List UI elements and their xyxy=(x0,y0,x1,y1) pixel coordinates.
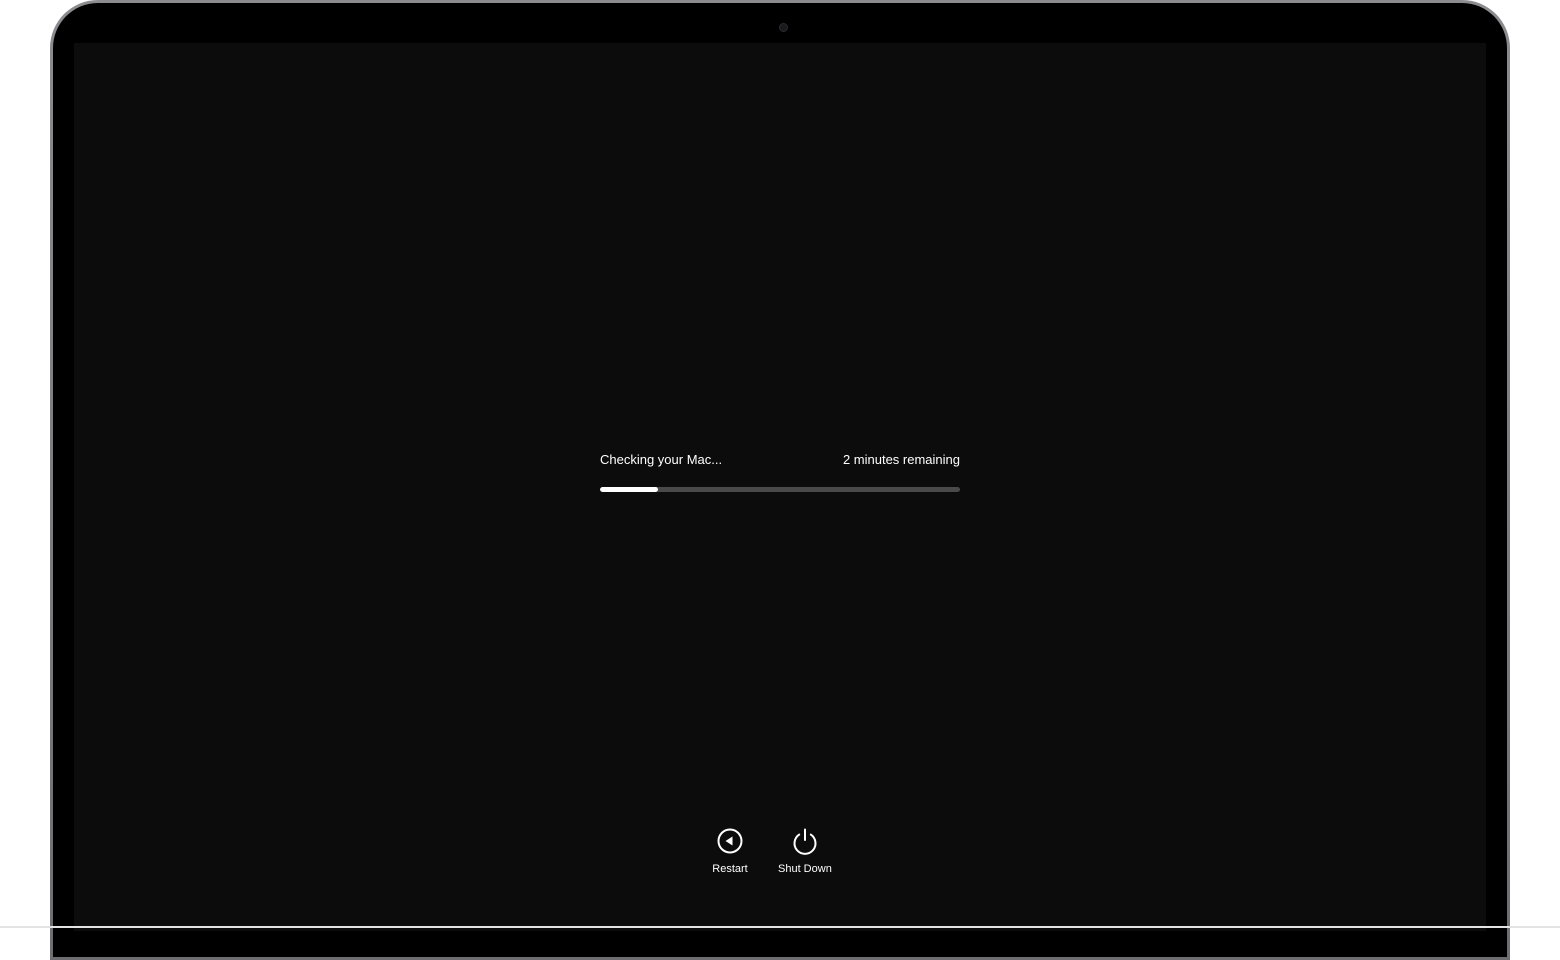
status-row: Checking your Mac... 2 minutes remaining xyxy=(600,449,960,469)
progress-bar xyxy=(600,487,960,492)
startup-progress: Checking your Mac... 2 minutes remaining xyxy=(600,449,960,492)
restart-button[interactable]: Restart xyxy=(710,827,750,875)
laptop-bezel: Checking your Mac... 2 minutes remaining… xyxy=(53,3,1507,957)
screen: Checking your Mac... 2 minutes remaining… xyxy=(74,43,1486,931)
laptop-frame: Checking your Mac... 2 minutes remaining… xyxy=(50,0,1510,960)
restart-icon xyxy=(717,828,743,854)
camera xyxy=(779,23,788,32)
status-message: Checking your Mac... xyxy=(600,451,723,467)
restart-label: Restart xyxy=(712,863,748,875)
shut-down-label: Shut Down xyxy=(778,863,832,875)
shut-down-button[interactable]: Shut Down xyxy=(778,827,832,875)
power-icon xyxy=(793,828,817,855)
time-remaining: 2 minutes remaining xyxy=(842,451,960,467)
startup-actions: Restart Shut Down xyxy=(710,827,832,875)
progress-bar-fill xyxy=(600,487,658,492)
